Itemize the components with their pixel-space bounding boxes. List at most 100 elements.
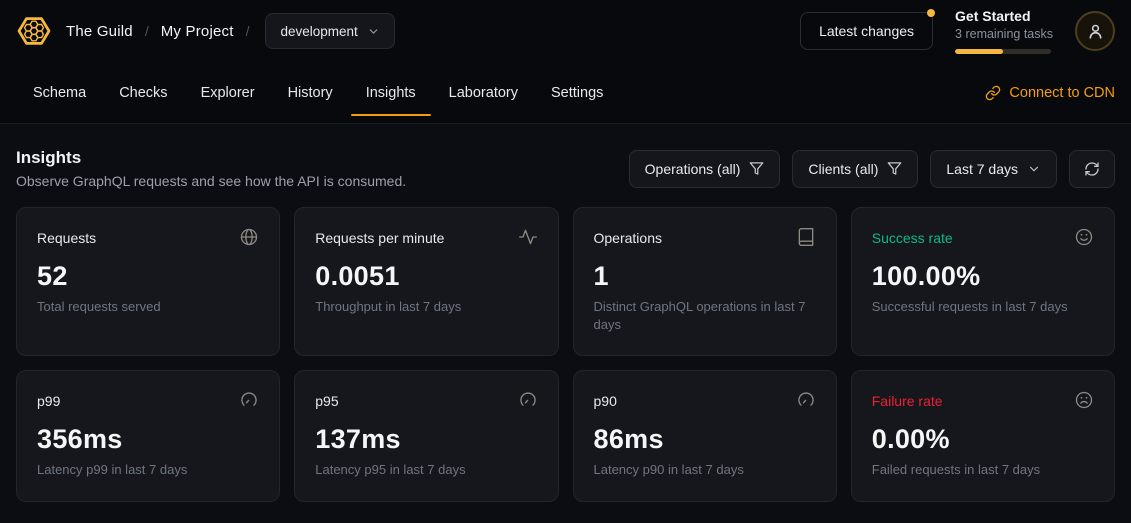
nav-tabs: Schema Checks Explorer History Insights Labor… — [18, 62, 618, 123]
tab-label: Laboratory — [449, 85, 518, 101]
stat-card-title: Requests — [37, 227, 96, 246]
page-subtitle: Observe GraphQL requests and see how the… — [16, 173, 406, 189]
stat-card: p99 356ms Latency p99 in last 7 days — [16, 370, 280, 502]
link-icon — [985, 85, 1001, 101]
stat-card-value: 137ms — [315, 424, 537, 455]
stat-card-header: p95 — [315, 390, 537, 415]
gauge-icon — [239, 390, 259, 415]
filter-icon — [749, 161, 764, 176]
app-header: The Guild / My Project / development Lat… — [0, 0, 1131, 62]
stat-card-title: Failure rate — [872, 390, 943, 409]
stat-card-title: Success rate — [872, 227, 953, 246]
latest-changes-button[interactable]: Latest changes — [800, 12, 933, 50]
operations-filter-label: Operations (all) — [645, 161, 741, 177]
get-started-progress-bar — [955, 49, 1051, 54]
chevron-down-icon — [1027, 162, 1041, 176]
stat-card-value: 356ms — [37, 424, 259, 455]
stat-card-value: 0.00% — [872, 424, 1094, 455]
environment-selector[interactable]: development — [265, 13, 394, 49]
stat-card-title: p90 — [594, 390, 617, 409]
stat-card-header: Operations — [594, 227, 816, 252]
book-icon — [796, 227, 816, 252]
connect-to-cdn-label: Connect to CDN — [1009, 85, 1115, 101]
breadcrumb-separator: / — [145, 23, 149, 39]
breadcrumb-separator: / — [246, 23, 250, 39]
clients-filter-label: Clients (all) — [808, 161, 878, 177]
connect-to-cdn-link[interactable]: Connect to CDN — [985, 62, 1115, 123]
refresh-icon — [1084, 161, 1100, 177]
gauge-icon — [518, 390, 538, 415]
stat-card-title: Requests per minute — [315, 227, 444, 246]
stat-card-header: Requests — [37, 227, 259, 252]
globe-icon — [239, 227, 259, 252]
stat-card-subtitle: Latency p95 in last 7 days — [315, 461, 537, 479]
user-icon — [1086, 22, 1105, 41]
filter-icon — [887, 161, 902, 176]
page-title: Insights — [16, 148, 406, 168]
stat-card-subtitle: Failed requests in last 7 days — [872, 461, 1094, 479]
notification-dot — [927, 9, 935, 17]
refresh-button[interactable] — [1069, 150, 1115, 188]
stat-card: p90 86ms Latency p90 in last 7 days — [573, 370, 837, 502]
stat-card-value: 0.0051 — [315, 261, 537, 292]
gauge-icon — [796, 390, 816, 415]
stat-card: Success rate100.00%Successful requests i… — [851, 207, 1115, 356]
breadcrumb-org[interactable]: The Guild — [66, 23, 133, 40]
operations-filter-button[interactable]: Operations (all) — [629, 150, 781, 188]
tab-history[interactable]: History — [273, 62, 348, 123]
project-nav: Schema Checks Explorer History Insights Labor… — [0, 62, 1131, 124]
tab-label: Insights — [366, 85, 416, 101]
tab-insights[interactable]: Insights — [351, 62, 431, 123]
get-started-title: Get Started — [955, 8, 1053, 26]
chevron-down-icon — [367, 25, 380, 38]
filters-toolbar: Operations (all) Clients (all) Last 7 da… — [629, 150, 1115, 188]
tab-explorer[interactable]: Explorer — [186, 62, 270, 123]
period-label: Last 7 days — [946, 161, 1018, 177]
tab-settings[interactable]: Settings — [536, 62, 618, 123]
latest-changes-label: Latest changes — [819, 23, 914, 39]
tab-laboratory[interactable]: Laboratory — [434, 62, 533, 123]
smile-icon — [1074, 227, 1094, 252]
tab-checks[interactable]: Checks — [104, 62, 182, 123]
breadcrumb-project[interactable]: My Project — [161, 23, 234, 40]
stat-card-value: 86ms — [594, 424, 816, 455]
stats-grid-row2: p99 356ms Latency p99 in last 7 days p95 137… — [16, 370, 1115, 502]
stat-card-header: p90 — [594, 390, 816, 415]
stat-card-subtitle: Total requests served — [37, 298, 259, 316]
stat-card: Requests per minute 0.0051 Throughput in l… — [294, 207, 558, 356]
period-selector-button[interactable]: Last 7 days — [930, 150, 1057, 188]
stat-card-title: p95 — [315, 390, 338, 409]
tab-label: Settings — [551, 85, 603, 101]
clients-filter-button[interactable]: Clients (all) — [792, 150, 918, 188]
breadcrumb: The Guild / My Project / development — [16, 13, 395, 49]
stat-card-header: Success rate — [872, 227, 1094, 252]
stat-card-title: Operations — [594, 227, 662, 246]
tab-label: Checks — [119, 85, 167, 101]
environment-label: development — [280, 24, 357, 39]
stat-card-subtitle: Throughput in last 7 days — [315, 298, 537, 316]
stat-card-subtitle: Latency p99 in last 7 days — [37, 461, 259, 479]
stat-card-header: Requests per minute — [315, 227, 537, 252]
stat-card-header: Failure rate — [872, 390, 1094, 415]
frown-icon — [1074, 390, 1094, 415]
get-started-widget[interactable]: Get Started 3 remaining tasks — [955, 8, 1053, 53]
user-avatar[interactable] — [1075, 11, 1115, 51]
stat-card-subtitle: Latency p90 in last 7 days — [594, 461, 816, 479]
activity-icon — [518, 227, 538, 252]
tab-schema[interactable]: Schema — [18, 62, 101, 123]
stat-card: Failure rate 0.00% Failed requests in last… — [851, 370, 1115, 502]
tab-label: Explorer — [201, 85, 255, 101]
stat-card: Operations1Distinct GraphQL operations i… — [573, 207, 837, 356]
stat-card-value: 1 — [594, 261, 816, 292]
hive-logo-icon[interactable] — [16, 13, 52, 49]
stat-card-value: 52 — [37, 261, 259, 292]
get-started-subtitle: 3 remaining tasks — [955, 27, 1053, 43]
tab-label: Schema — [33, 85, 86, 101]
stat-card: Requests 52 Total requests served — [16, 207, 280, 356]
stat-card-header: p99 — [37, 390, 259, 415]
tab-label: History — [288, 85, 333, 101]
stat-card-subtitle: Successful requests in last 7 days — [872, 298, 1094, 316]
get-started-progress-fill — [955, 49, 1003, 54]
stats-grid-row1: Requests52Total requests servedRequests … — [16, 207, 1115, 356]
stat-card: p95 137ms Latency p95 in last 7 days — [294, 370, 558, 502]
